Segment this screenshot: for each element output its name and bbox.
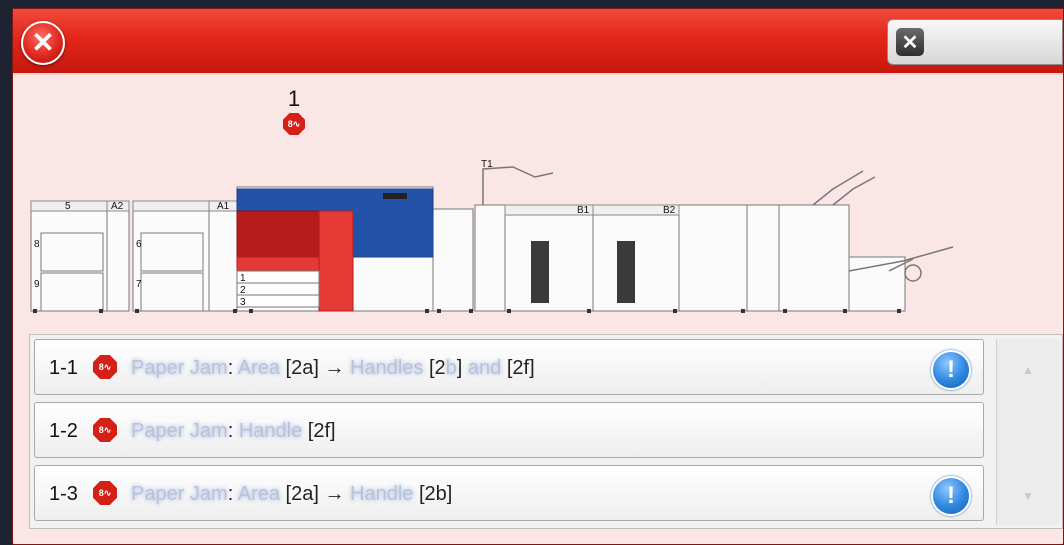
paper-jam-icon: 8∿ — [283, 113, 305, 135]
fault-message: Paper Jam: Area [2a] → Handles [2b] and … — [131, 357, 535, 379]
fault-message: Paper Jam: Area [2a] → Handle [2b] — [131, 483, 453, 505]
info-icon[interactable]: ! — [931, 476, 971, 516]
label-tray6: 6 — [136, 239, 142, 250]
label-tray3: 3 — [240, 297, 246, 308]
fault-message: Paper Jam: Handle [2f] — [131, 420, 336, 442]
fault-list-scrollbar[interactable]: ▲ ▼ — [996, 339, 1059, 525]
info-icon[interactable]: ! — [931, 350, 971, 390]
fault-id: 1-2 — [49, 420, 78, 442]
fault-list: 1-1 8∿ Paper Jam: Area [2a] → Handles [2… — [29, 334, 1063, 529]
fault-location-number: 1 — [287, 86, 301, 111]
close-x-icon: ✕ — [896, 28, 924, 56]
close-button[interactable]: ✕ — [887, 19, 1063, 65]
scroll-up-arrow-icon[interactable]: ▲ — [997, 363, 1059, 377]
paper-jam-icon: 8∿ — [93, 355, 117, 379]
label-t1: T1 — [481, 159, 493, 170]
fault-row-2[interactable]: 1-2 8∿ Paper Jam: Handle [2f] — [34, 402, 984, 458]
label-tray7: 7 — [136, 279, 142, 290]
dialog-titlebar: ✕ ✕ — [13, 9, 1063, 75]
fault-location-marker[interactable]: 1 8∿ — [279, 87, 309, 135]
printer-system-diagram: 5 A2 A1 8 9 6 7 1 2 3 T1 B1 B2 — [30, 159, 954, 313]
fault-row-3[interactable]: 1-3 8∿ Paper Jam: Area [2a] → Handle [2b… — [34, 465, 984, 521]
label-b1: B1 — [577, 205, 590, 216]
label-a1: A1 — [217, 201, 230, 212]
fault-dialog: ✕ ✕ 1 8∿ 5 A2 A1 8 9 6 7 1 2 3 T1 B1 B2 … — [12, 8, 1064, 545]
paper-jam-icon: 8∿ — [93, 481, 117, 505]
label-tray5: 5 — [65, 201, 71, 212]
x-circle-icon: ✕ — [21, 21, 65, 65]
label-tray2: 2 — [240, 285, 246, 296]
label-a2: A2 — [111, 201, 124, 212]
paper-jam-icon: 8∿ — [93, 418, 117, 442]
fault-id: 1-3 — [49, 483, 78, 505]
label-tray9: 9 — [34, 279, 40, 290]
label-b2: B2 — [663, 205, 676, 216]
fault-row-1[interactable]: 1-1 8∿ Paper Jam: Area [2a] → Handles [2… — [34, 339, 984, 395]
label-tray1: 1 — [240, 273, 246, 284]
fault-id: 1-1 — [49, 357, 78, 379]
label-tray8: 8 — [34, 239, 40, 250]
scroll-down-arrow-icon[interactable]: ▼ — [997, 489, 1059, 503]
